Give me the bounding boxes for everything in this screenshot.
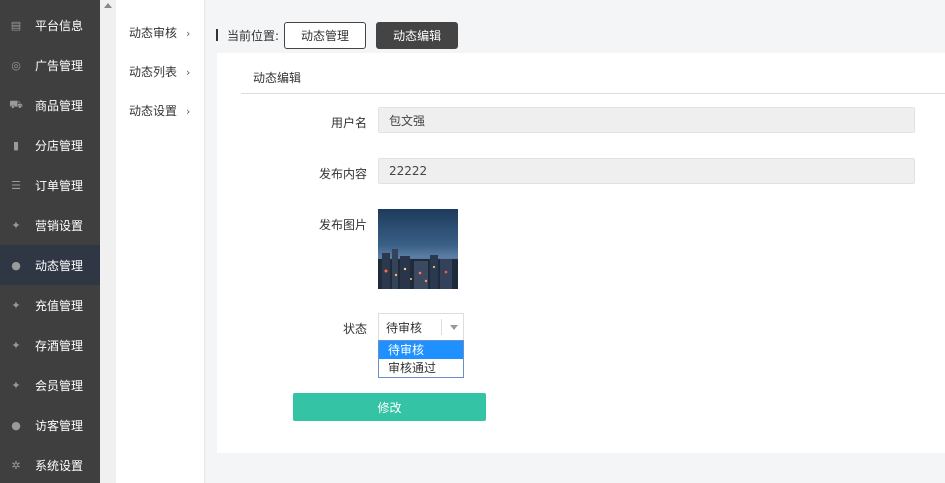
breadcrumb-edit-button[interactable]: 动态编辑 [376, 21, 459, 49]
panel-divider [241, 93, 945, 94]
secondary-menu: 动态审核 › 动态列表 › 动态设置 › [100, 0, 205, 483]
chevron-right-icon: › [186, 66, 191, 79]
submenu-item-list[interactable]: 动态列表 › [129, 62, 190, 82]
submit-button[interactable]: 修改 [293, 393, 486, 421]
submenu-item-review[interactable]: 动态审核 › [129, 23, 190, 43]
content-field[interactable]: 22222 [378, 158, 915, 184]
gear-icon: ✲ [11, 458, 21, 472]
sidebar-item-orders[interactable]: ☰ 订单管理 [0, 165, 100, 205]
sidebar-item-label: 营销设置 [35, 218, 84, 233]
sidebar-item-members[interactable]: ✦ 会员管理 [0, 365, 100, 405]
sidebar-item-branches[interactable]: ▮ 分店管理 [0, 125, 100, 165]
sidebar-item-label: 广告管理 [35, 58, 84, 73]
sidebar-item-label: 系统设置 [35, 458, 84, 473]
username-field[interactable]: 包文强 [378, 107, 915, 133]
user-icon: ● [11, 258, 21, 272]
lifebuoy-icon: ◎ [11, 58, 21, 72]
sidebar-item-moments[interactable]: ● 动态管理 [0, 245, 100, 285]
chevron-down-icon[interactable] [450, 324, 458, 330]
breadcrumb-moments-button[interactable]: 动态管理 [284, 21, 367, 49]
gift-icon: ✦ [11, 298, 21, 312]
sidebar-item-label: 平台信息 [35, 18, 84, 33]
sidebar-item-system-settings[interactable]: ✲ 系统设置 [0, 445, 100, 483]
chevron-right-icon: › [186, 105, 191, 118]
status-selected-value: 待审核 [386, 320, 423, 335]
breadcrumb-marker [216, 29, 218, 41]
sidebar-item-label: 商品管理 [35, 98, 84, 113]
status-option-pending[interactable]: 待审核 [379, 341, 463, 359]
main-sidebar: ▤ 平台信息 ◎ 广告管理 ⛟ 商品管理 ▮ 分店管理 ☰ 订单管理 ✦ 营销设… [0, 0, 100, 483]
building-icon: ▮ [12, 138, 20, 152]
content-label: 发布内容 [318, 167, 367, 181]
status-label: 状态 [342, 322, 367, 336]
sidebar-item-label: 存酒管理 [35, 338, 84, 353]
scroll-up-arrow-icon[interactable] [104, 3, 112, 8]
sidebar-item-label: 访客管理 [35, 418, 84, 433]
status-select[interactable]: 待审核 [378, 313, 464, 341]
main-content: 当前位置: 动态管理 动态编辑 动态编辑 用户名 包文强 发布内容 22222 … [206, 0, 945, 483]
sidebar-item-ads[interactable]: ◎ 广告管理 [0, 45, 100, 85]
gift-icon: ✦ [11, 378, 21, 392]
sidebar-item-label: 分店管理 [35, 138, 84, 153]
user-icon: ● [11, 418, 21, 432]
city-night-photo [378, 209, 458, 289]
breadcrumb-label: 当前位置: [227, 28, 280, 43]
image-label: 发布图片 [318, 218, 367, 232]
submenu-item-label: 动态审核 [129, 26, 178, 40]
username-label: 用户名 [330, 116, 367, 130]
list-icon: ☰ [11, 178, 21, 192]
submenu-item-label: 动态设置 [129, 104, 178, 118]
sidebar-item-marketing[interactable]: ✦ 营销设置 [0, 205, 100, 245]
sidebar-item-label: 充值管理 [35, 298, 84, 313]
sidebar-item-products[interactable]: ⛟ 商品管理 [0, 85, 100, 125]
gift-icon: ✦ [11, 338, 21, 352]
edit-panel: 动态编辑 用户名 包文强 发布内容 22222 发布图片 状态 待审核 待审核 … [217, 53, 945, 453]
sidebar-item-label: 会员管理 [35, 378, 84, 393]
menu-scrollbar[interactable] [100, 0, 116, 483]
select-divider [441, 319, 442, 335]
breadcrumb: 当前位置: 动态管理 动态编辑 [216, 21, 468, 49]
sidebar-item-platform-info[interactable]: ▤ 平台信息 [0, 5, 100, 45]
newspaper-icon: ▤ [10, 18, 22, 32]
cart-icon: ⛟ [9, 97, 23, 111]
chevron-right-icon: › [186, 27, 191, 40]
post-image[interactable] [378, 209, 458, 289]
submenu-item-label: 动态列表 [129, 65, 178, 79]
sidebar-item-visitors[interactable]: ● 访客管理 [0, 405, 100, 445]
gift-icon: ✦ [11, 218, 21, 232]
sidebar-item-recharge[interactable]: ✦ 充值管理 [0, 285, 100, 325]
status-dropdown: 待审核 审核通过 [378, 340, 464, 378]
submenu-item-settings[interactable]: 动态设置 › [129, 101, 190, 121]
status-option-approved[interactable]: 审核通过 [379, 359, 463, 377]
sidebar-item-label: 动态管理 [35, 258, 84, 273]
sidebar-item-wine-storage[interactable]: ✦ 存酒管理 [0, 325, 100, 365]
panel-title: 动态编辑 [253, 71, 302, 85]
sidebar-item-label: 订单管理 [35, 178, 84, 193]
